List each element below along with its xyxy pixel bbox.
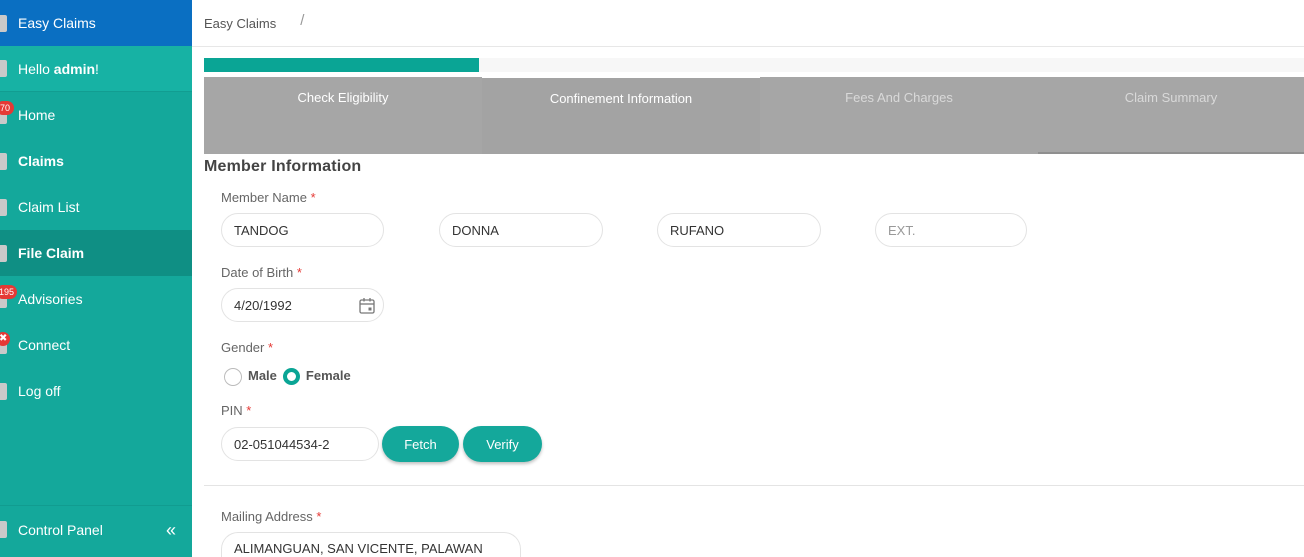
wizard-progress-fill: [204, 58, 479, 72]
step-confinement-information[interactable]: Confinement Information: [482, 77, 760, 154]
sidebar-item-claims[interactable]: Claims: [0, 138, 192, 184]
wizard-steps: Check Eligibility Confinement Informatio…: [204, 77, 1304, 154]
sidebar-brand[interactable]: Easy Claims: [0, 0, 192, 46]
list-icon: [0, 198, 7, 216]
step-fees-and-charges[interactable]: Fees And Charges: [760, 77, 1038, 154]
required-mark: *: [296, 265, 302, 280]
wizard-progress-bar: [204, 58, 1304, 72]
required-mark: *: [310, 190, 316, 205]
settings-icon: [0, 521, 7, 538]
section-divider: [204, 485, 1304, 486]
calendar-icon[interactable]: [359, 297, 375, 314]
step-label: Claim Summary: [1124, 90, 1218, 105]
member-name-label: Member Name *: [221, 190, 316, 205]
step-check-eligibility[interactable]: Check Eligibility: [204, 77, 482, 154]
fetch-button[interactable]: Fetch: [382, 426, 459, 462]
pin-field[interactable]: 02-051044534-2: [221, 427, 379, 461]
mailing-address-field[interactable]: ALIMANGUAN, SAN VICENTE, PALAWAN: [221, 532, 521, 557]
sidebar-item-connect[interactable]: ✖ Connect: [0, 322, 192, 368]
breadcrumb-separator: /: [300, 11, 305, 29]
mailing-address-label: Mailing Address *: [221, 509, 322, 524]
app-icon: [0, 14, 7, 32]
brand-label: Easy Claims: [18, 15, 96, 31]
sidebar-item-claim-list[interactable]: Claim List: [0, 184, 192, 230]
sidebar-item-control-panel[interactable]: Control Panel «: [0, 505, 192, 553]
sidebar-item-label: Claim List: [18, 199, 80, 215]
sidebar-item-file-claim[interactable]: File Claim: [0, 230, 192, 276]
dob-label: Date of Birth *: [221, 265, 302, 280]
main-content: Easy Claims / Check Eligibility Confinem…: [192, 0, 1304, 557]
hello-prefix: Hello: [18, 60, 54, 77]
control-panel-label: Control Panel: [18, 521, 103, 538]
sidebar: Easy Claims Hello admin! 70 Home Claims …: [0, 0, 192, 557]
step-claim-summary[interactable]: Claim Summary: [1038, 77, 1304, 154]
step-label: Check Eligibility: [297, 90, 389, 105]
required-mark: *: [246, 403, 252, 418]
last-name-field[interactable]: TANDOG: [221, 213, 384, 247]
female-radio-label[interactable]: Female: [306, 368, 351, 383]
female-radio[interactable]: [282, 367, 300, 385]
breadcrumb: Easy Claims /: [192, 0, 1304, 47]
male-radio[interactable]: [224, 368, 242, 386]
sidebar-item-log-off[interactable]: Log off: [0, 368, 192, 414]
gender-label: Gender *: [221, 340, 274, 355]
sidebar-item-label: Home: [18, 107, 56, 123]
gender-radio-group: Male Female: [224, 366, 351, 386]
user-icon: [0, 60, 7, 77]
sidebar-item-label: Advisories: [18, 291, 83, 307]
sidebar-item-label: Claims: [18, 153, 64, 169]
claims-icon: [0, 152, 7, 170]
file-icon: [0, 244, 7, 262]
sidebar-item-label: Connect: [18, 337, 71, 353]
home-badge: 70: [0, 101, 14, 115]
user-greeting: Hello admin!: [0, 46, 192, 92]
disconnected-badge: ✖: [0, 332, 11, 346]
hello-username: admin: [53, 60, 96, 77]
name-extension-field[interactable]: EXT.: [875, 213, 1027, 247]
sidebar-item-advisories[interactable]: 195 Advisories: [0, 276, 192, 322]
sidebar-item-home[interactable]: 70 Home: [0, 92, 192, 138]
male-radio-label[interactable]: Male: [248, 368, 277, 383]
required-mark: *: [268, 340, 274, 355]
first-name-field[interactable]: DONNA: [439, 213, 603, 247]
required-mark: *: [316, 509, 322, 524]
sidebar-item-label: Log off: [18, 383, 61, 399]
section-title: Member Information: [204, 158, 362, 175]
pin-label: PIN *: [221, 403, 252, 418]
breadcrumb-root[interactable]: Easy Claims: [204, 16, 276, 31]
verify-button[interactable]: Verify: [463, 426, 542, 462]
hello-suffix: !: [95, 60, 99, 77]
sidebar-item-label: File Claim: [18, 245, 85, 261]
collapse-sidebar-icon[interactable]: «: [166, 521, 176, 539]
middle-name-field[interactable]: RUFANO: [657, 213, 821, 247]
logoff-icon: [0, 382, 7, 400]
step-label: Fees And Charges: [845, 90, 953, 105]
advisories-badge: 195: [0, 285, 18, 299]
step-label: Confinement Information: [549, 91, 693, 106]
dob-field[interactable]: 4/20/1992: [221, 288, 384, 322]
